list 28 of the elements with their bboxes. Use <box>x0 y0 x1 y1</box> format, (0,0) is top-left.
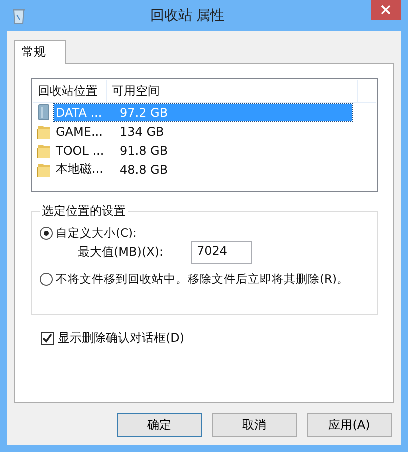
field-label: 最大值(MB)(X): <box>77 244 165 261</box>
drive-icon <box>37 104 51 121</box>
list-row[interactable]: 本地磁... 48.8 GB <box>54 161 352 178</box>
column-header[interactable]: 回收站位置 <box>33 80 107 102</box>
check-icon <box>42 333 53 344</box>
cancel-button[interactable]: 取消 <box>212 413 297 437</box>
list-row[interactable]: TOOL ... 91.8 GB <box>54 142 352 159</box>
group-title: 选定位置的设置 <box>40 203 128 220</box>
folder-icon <box>37 123 51 140</box>
radio-button[interactable] <box>40 273 53 286</box>
list-row[interactable]: GAME... 134 GB <box>54 123 352 140</box>
apply-button[interactable]: 应用(A) <box>307 413 392 437</box>
window-title: 回收站 属性 <box>149 6 226 24</box>
input-field[interactable]: 7024 <box>191 241 252 264</box>
radio-button[interactable] <box>40 227 53 240</box>
location-list[interactable]: 回收站位置 可用空间 DATA ... 97.2 GB GAME... 134 GB TOOL ... 91.8 GB 本地磁... 48.8 GB <box>31 78 378 192</box>
column-header[interactable]: 可用空间 <box>107 80 358 102</box>
close-icon <box>381 5 391 15</box>
radio-label[interactable]: 不将文件移到回收站中。移除文件后立即将其删除(R)。 <box>56 272 349 287</box>
recycle-bin-icon <box>12 6 26 24</box>
checkbox-label[interactable]: 显示删除确认对话框(D) <box>58 330 185 347</box>
radio-label[interactable]: 自定义大小(C): <box>56 226 137 241</box>
folder-icon <box>37 161 51 178</box>
folder-icon <box>37 142 51 159</box>
ok-button[interactable]: 确定 <box>117 413 202 437</box>
checkbox[interactable] <box>41 332 54 345</box>
tab[interactable]: 常规 <box>14 40 66 64</box>
close-button[interactable] <box>371 0 401 20</box>
